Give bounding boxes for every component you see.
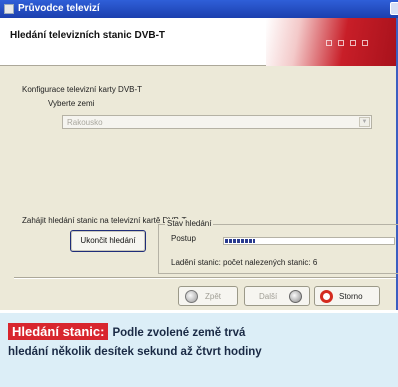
next-button[interactable]: Další [244, 286, 310, 306]
wizard-header: Hledání televizních stanic DVB-T [0, 18, 396, 66]
caption-line-1-text: Podle zvolené země trvá [112, 327, 246, 339]
wizard-window: Průvodce televizí Hledání televizních st… [0, 0, 398, 310]
search-status-title: Stav hledání [165, 219, 214, 228]
stop-search-button[interactable]: Ukončit hledání [70, 230, 146, 252]
search-status-group: Stav hledání Postup Ladění stanic: počet… [158, 219, 398, 274]
country-label: Vyberte zemi [48, 99, 95, 108]
wizard-content: Konfigurace televizní karty DVB-T Vybert… [0, 67, 398, 277]
forward-arrow-icon [289, 290, 302, 303]
caption-line-1: Hledání stanic: Podle zvolené země trvá [8, 323, 246, 340]
found-stations-label: Ladění stanic: počet nalezených stanic: … [171, 258, 318, 267]
country-select-value: Rakousko [67, 118, 103, 127]
article-caption: Hledání stanic: Podle zvolené země trvá h… [0, 313, 398, 387]
progress-fill [225, 239, 255, 243]
caption-line-2: hledání několik desítek sekund až čtvrt … [8, 346, 262, 358]
search-progress-bar [223, 237, 395, 245]
back-button-label: Zpět [205, 292, 222, 301]
config-section-label: Konfigurace televizní karty DVB-T [22, 85, 143, 94]
window-title: Průvodce televizí [18, 3, 100, 14]
caption-badge: Hledání stanic: [8, 323, 109, 340]
footer-divider [14, 277, 396, 279]
progress-label: Postup [171, 234, 196, 243]
next-button-label: Další [259, 292, 278, 301]
window-control-button[interactable] [390, 2, 398, 15]
title-bar[interactable]: Průvodce televizí [0, 0, 398, 18]
stop-icon [320, 290, 333, 303]
back-button[interactable]: Zpět [178, 286, 238, 306]
country-select[interactable]: Rakousko ▼ [62, 115, 372, 129]
app-icon [4, 4, 14, 14]
cancel-button[interactable]: Storno [314, 286, 380, 306]
chevron-down-icon[interactable]: ▼ [359, 117, 370, 127]
cancel-button-label: Storno [339, 292, 363, 301]
back-arrow-icon [185, 290, 198, 303]
header-banner-image [266, 18, 396, 66]
page-title: Hledání televizních stanic DVB-T [10, 30, 166, 41]
